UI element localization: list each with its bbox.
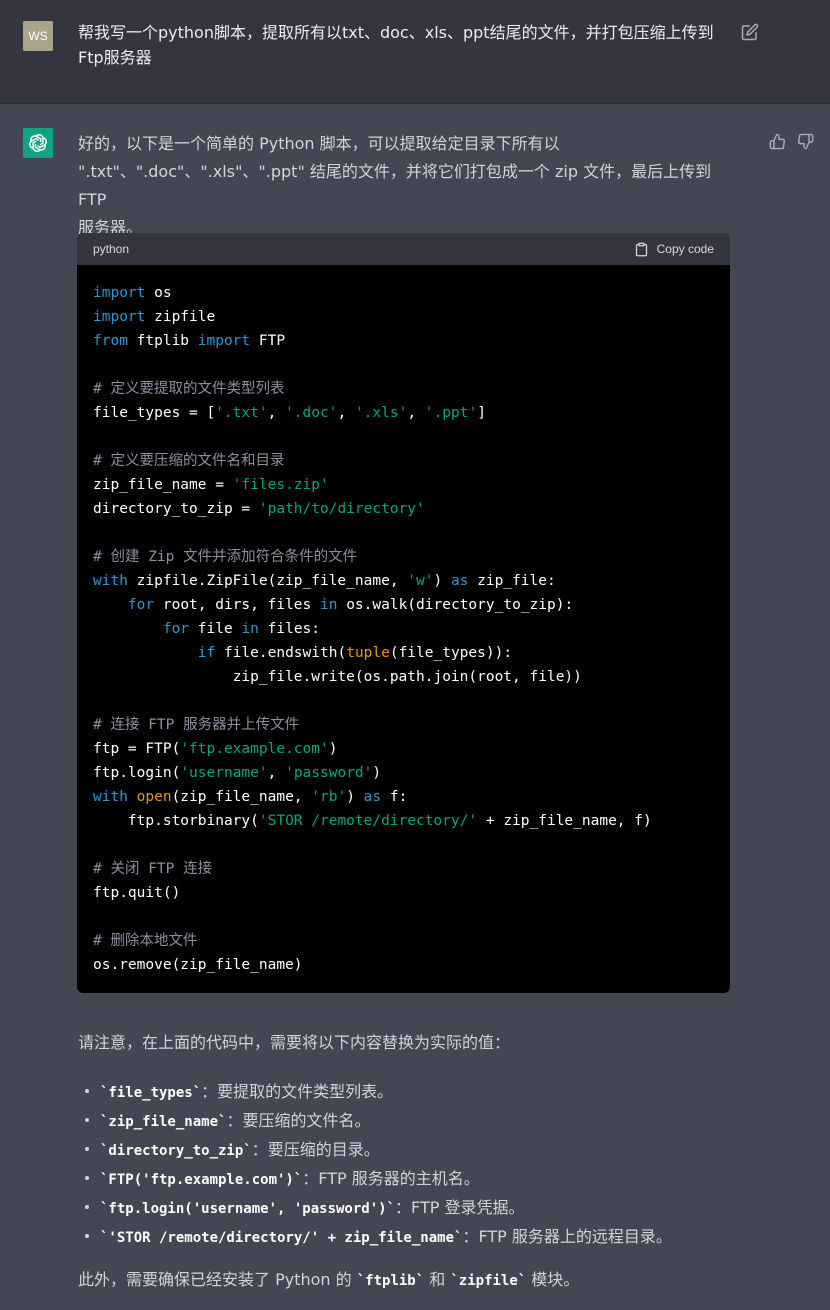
list-item: `file_types`：要提取的文件类型列表。 (78, 1078, 778, 1107)
intro-line: 好的，以下是一个简单的 Python 脚本，可以提取给定目录下所有以 (78, 134, 560, 153)
code-line: directory_to_zip = 'path/to/directory' (93, 501, 425, 517)
intro-line: ".txt"、".doc"、".xls"、".ppt" 结尾的文件，并将它们打包… (78, 162, 712, 209)
code-line: for root, dirs, files in os.walk(directo… (127, 597, 574, 613)
code-line: with open(zip_file_name, 'rb') as f: (93, 789, 408, 805)
code-header: python Copy code (77, 233, 730, 265)
copy-code-label: Copy code (656, 242, 714, 256)
code-line: for file in files: (162, 621, 321, 637)
code-line: # 关闭 FTP 连接 (93, 861, 213, 877)
clipboard-icon (635, 242, 647, 256)
thumbs-up-icon[interactable] (769, 133, 786, 150)
code-line: # 定义要提取的文件类型列表 (93, 381, 285, 397)
edit-icon[interactable] (741, 23, 759, 41)
modules-note: 此外，需要确保已经安装了 Python 的 `ftplib` 和 `zipfil… (78, 1270, 580, 1289)
code-line: if file.endswith(tuple(file_types)): (197, 645, 513, 661)
list-item: `zip_file_name`：要压缩的文件名。 (78, 1107, 778, 1136)
code-line: import os (93, 285, 172, 301)
code-line: from ftplib import FTP (93, 333, 286, 349)
code-line: ftp.storbinary('STOR /remote/directory/'… (127, 813, 652, 829)
code-line: ftp = FTP('ftp.example.com') (93, 741, 338, 757)
code-line: # 连接 FTP 服务器并上传文件 (93, 717, 300, 733)
copy-code-button[interactable]: Copy code (634, 233, 714, 265)
list-item: `ftp.login('username', 'password')`：FTP … (78, 1194, 778, 1223)
replacement-list: `file_types`：要提取的文件类型列表。 `zip_file_name`… (78, 1078, 778, 1252)
code-line: # 删除本地文件 (93, 933, 198, 949)
thumbs-down-icon[interactable] (797, 133, 814, 150)
code-line: import zipfile (93, 309, 216, 325)
user-message-row: WS 帮我写一个python脚本，提取所有以txt、doc、xls、ppt结尾的… (0, 0, 830, 104)
code-line: # 定义要压缩的文件名和目录 (93, 453, 285, 469)
replacement-note: 请注意，在上面的代码中，需要将以下内容替换为实际的值： (78, 1033, 511, 1052)
list-item: `directory_to_zip`：要压缩的目录。 (78, 1136, 778, 1165)
code-line: zip_file.write(os.path.join(root, file)) (232, 669, 582, 685)
list-item: `FTP('ftp.example.com')`：FTP 服务器的主机名。 (78, 1165, 778, 1194)
code-line: file_types = ['.txt', '.doc', '.xls', '.… (93, 405, 486, 421)
code-line: # 创建 Zip 文件并添加符合条件的文件 (93, 549, 358, 565)
code-line: os.remove(zip_file_name) (93, 957, 303, 973)
code-line: zip_file_name = 'files.zip' (93, 477, 329, 493)
code-block: python Copy code import os import zipfile… (77, 233, 730, 993)
assistant-avatar (23, 128, 53, 158)
user-message-text: 帮我写一个python脚本，提取所有以txt、doc、xls、ppt结尾的文件，… (78, 23, 714, 67)
code-line: with zipfile.ZipFile(zip_file_name, 'w')… (93, 573, 556, 589)
list-item: `'STOR /remote/directory/' + zip_file_na… (78, 1223, 778, 1252)
code-language-label: python (93, 242, 130, 256)
code-content: import os import zipfile from ftplib impor… (77, 265, 730, 977)
code-line: ftp.login('username', 'password') (93, 765, 382, 781)
user-avatar: WS (23, 21, 53, 51)
assistant-intro-text: 好的，以下是一个简单的 Python 脚本，可以提取给定目录下所有以 ".txt… (78, 130, 728, 242)
openai-logo-icon (29, 134, 47, 152)
code-line: ftp.quit() (93, 885, 181, 901)
